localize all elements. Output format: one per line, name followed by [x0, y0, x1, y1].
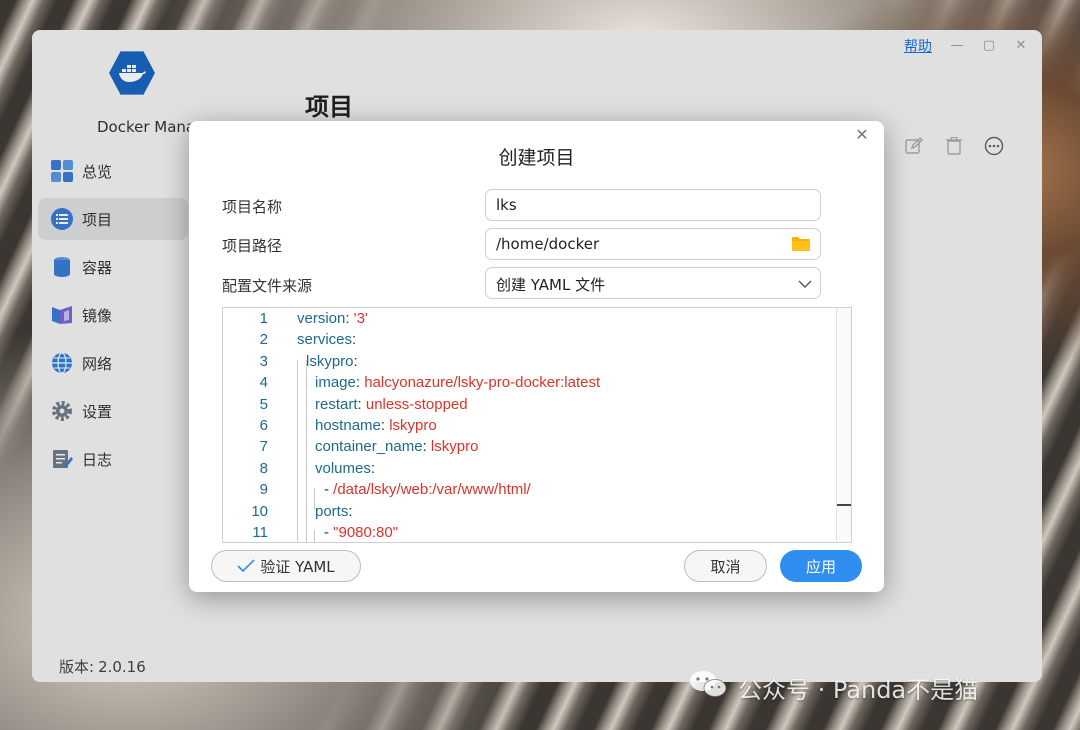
yaml-separator: : [370, 459, 376, 477]
line-number: 7 [259, 438, 268, 456]
chevron-down-icon [798, 277, 812, 291]
editor-scrollbar[interactable] [836, 308, 851, 542]
line-number: 2 [259, 331, 268, 349]
yaml-key: restart [315, 395, 358, 413]
project-path-field [485, 228, 821, 260]
line-number: 1 [259, 310, 268, 327]
config-source-value: 创建 YAML 文件 [496, 276, 606, 294]
yaml-key: volumes [315, 459, 371, 477]
watermark: 公众号 · Panda不是猫 [688, 668, 978, 706]
yaml-separator: : [422, 438, 431, 456]
yaml-value: halcyonazure/lsky-pro-docker:latest [364, 374, 601, 392]
watermark-text: 公众号 · Panda不是猫 [738, 675, 979, 704]
code-text: services: [297, 329, 356, 350]
project-name-field [485, 189, 821, 221]
line-number: 9 [259, 481, 268, 499]
yaml-value: lskypro [389, 417, 437, 434]
line-number: 5 [259, 395, 268, 413]
yaml-value: "9080:80" [333, 524, 399, 541]
apply-button[interactable]: 应用 [780, 550, 862, 582]
yaml-separator: : [353, 352, 358, 370]
yaml-separator: : [348, 502, 353, 520]
project-path-label: 项目路径 [222, 237, 283, 255]
create-project-dialog: ✕ 创建项目 项目名称 项目路径 配置文件来源 创建 YAML 文件 1 vers… [189, 121, 884, 592]
code-text: hostname: lskypro [315, 415, 437, 436]
yaml-separator: - [324, 524, 334, 541]
yaml-separator: : [357, 395, 366, 413]
yaml-separator: : [345, 310, 354, 327]
line-number: 11 [252, 524, 268, 541]
indent-guide [297, 360, 298, 542]
yaml-value: '3' [353, 310, 368, 327]
project-name-input[interactable] [486, 190, 766, 220]
wechat-icon [688, 668, 728, 706]
code-text: restart: unless-stopped [315, 394, 468, 415]
yaml-key: ports [315, 502, 349, 520]
dialog-title: 创建项目 [498, 147, 575, 169]
dialog-close-icon[interactable]: ✕ [854, 127, 870, 143]
cancel-button[interactable]: 取消 [684, 550, 767, 582]
yaml-editor[interactable]: 1 version: '3' 2 services: 3 lskypro: 4 image: … [222, 307, 852, 543]
config-source-label: 配置文件来源 [222, 277, 313, 295]
yaml-key: hostname [315, 417, 381, 434]
yaml-key: version [297, 310, 346, 327]
check-icon [237, 559, 255, 573]
folder-icon[interactable] [792, 236, 810, 252]
line-number: 10 [251, 502, 268, 520]
line-number: 3 [259, 352, 268, 370]
yaml-value: unless-stopped [365, 395, 468, 413]
code-text: version: '3' [297, 308, 368, 329]
code-text: - /data/lsky/web:/var/www/html/ [324, 479, 531, 500]
line-number: 4 [259, 374, 268, 392]
project-path-input[interactable] [486, 229, 766, 259]
code-text: ports: [315, 501, 353, 522]
indent-guide [314, 488, 315, 510]
validate-yaml-button[interactable]: 验证 YAML [211, 550, 361, 582]
line-number: 8 [259, 459, 268, 477]
yaml-key: container_name [315, 438, 423, 456]
yaml-key: lskypro [306, 352, 354, 370]
indent-guide [314, 530, 315, 542]
yaml-separator: : [380, 417, 390, 434]
config-source-select[interactable]: 创建 YAML 文件 [485, 267, 821, 299]
yaml-separator: : [352, 331, 357, 349]
yaml-separator: : [355, 374, 365, 392]
code-text: volumes: [315, 458, 375, 479]
indent-guide [306, 360, 307, 542]
validate-yaml-label: 验证 YAML [260, 557, 335, 576]
code-text: - "9080:80" [324, 522, 399, 542]
yaml-value: /data/lsky/web:/var/www/html/ [333, 481, 531, 499]
yaml-key: image [315, 374, 356, 392]
project-name-label: 项目名称 [222, 198, 283, 216]
yaml-key: services [297, 331, 353, 349]
yaml-separator: - [324, 481, 334, 499]
line-number: 6 [259, 417, 268, 434]
yaml-value: lskypro [430, 438, 479, 456]
scrollbar-marker [837, 504, 851, 506]
code-text: container_name: lskypro [315, 436, 478, 457]
code-text: lskypro: [306, 351, 358, 372]
code-text: image: halcyonazure/lsky-pro-docker:late… [315, 372, 600, 393]
